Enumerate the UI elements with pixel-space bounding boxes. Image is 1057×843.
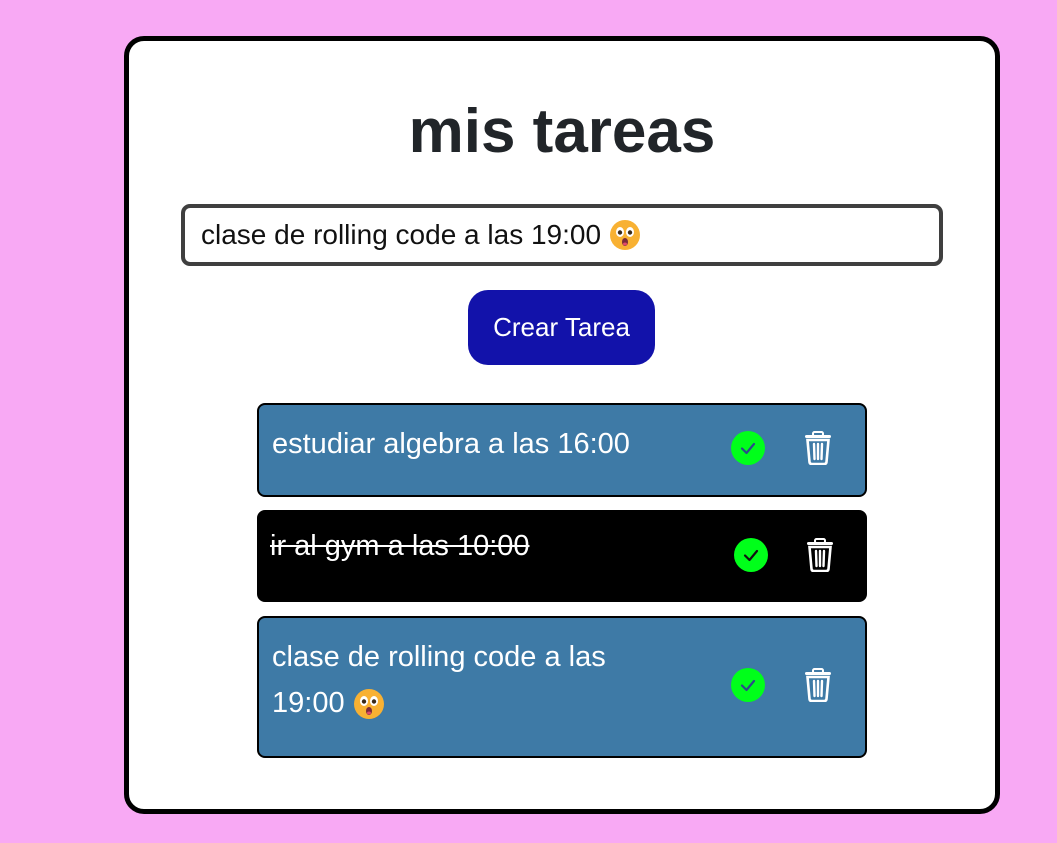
task-text: ir al gym a las 10:00: [270, 530, 530, 562]
page-title: mis tareas: [408, 97, 716, 166]
trash-icon[interactable]: [803, 668, 833, 702]
task-text: estudiar algebra a las 16:00: [272, 428, 630, 460]
task-item: ir al gym a las 10:00: [257, 510, 867, 602]
trash-icon[interactable]: [803, 431, 833, 465]
todo-card: mis tareas clase de rolling code a las 1…: [124, 36, 1000, 814]
task-text: clase de rolling code a las 19:00: [272, 634, 652, 726]
complete-check-icon[interactable]: [731, 668, 765, 702]
complete-check-icon[interactable]: [734, 538, 768, 572]
task-text-value: clase de rolling code a las 19:00: [272, 641, 606, 719]
trash-icon[interactable]: [805, 538, 835, 572]
complete-check-icon[interactable]: [731, 431, 765, 465]
task-item: estudiar algebra a las 16:00: [257, 403, 867, 497]
task-item: clase de rolling code a las 19:00: [257, 616, 867, 758]
astonished-face-icon: [353, 689, 384, 720]
astonished-face-icon: [610, 220, 641, 250]
task-input-value: clase de rolling code a las 19:00: [201, 219, 602, 250]
task-input[interactable]: clase de rolling code a las 19:00: [181, 204, 943, 266]
create-task-button[interactable]: Crear Tarea: [468, 290, 655, 365]
